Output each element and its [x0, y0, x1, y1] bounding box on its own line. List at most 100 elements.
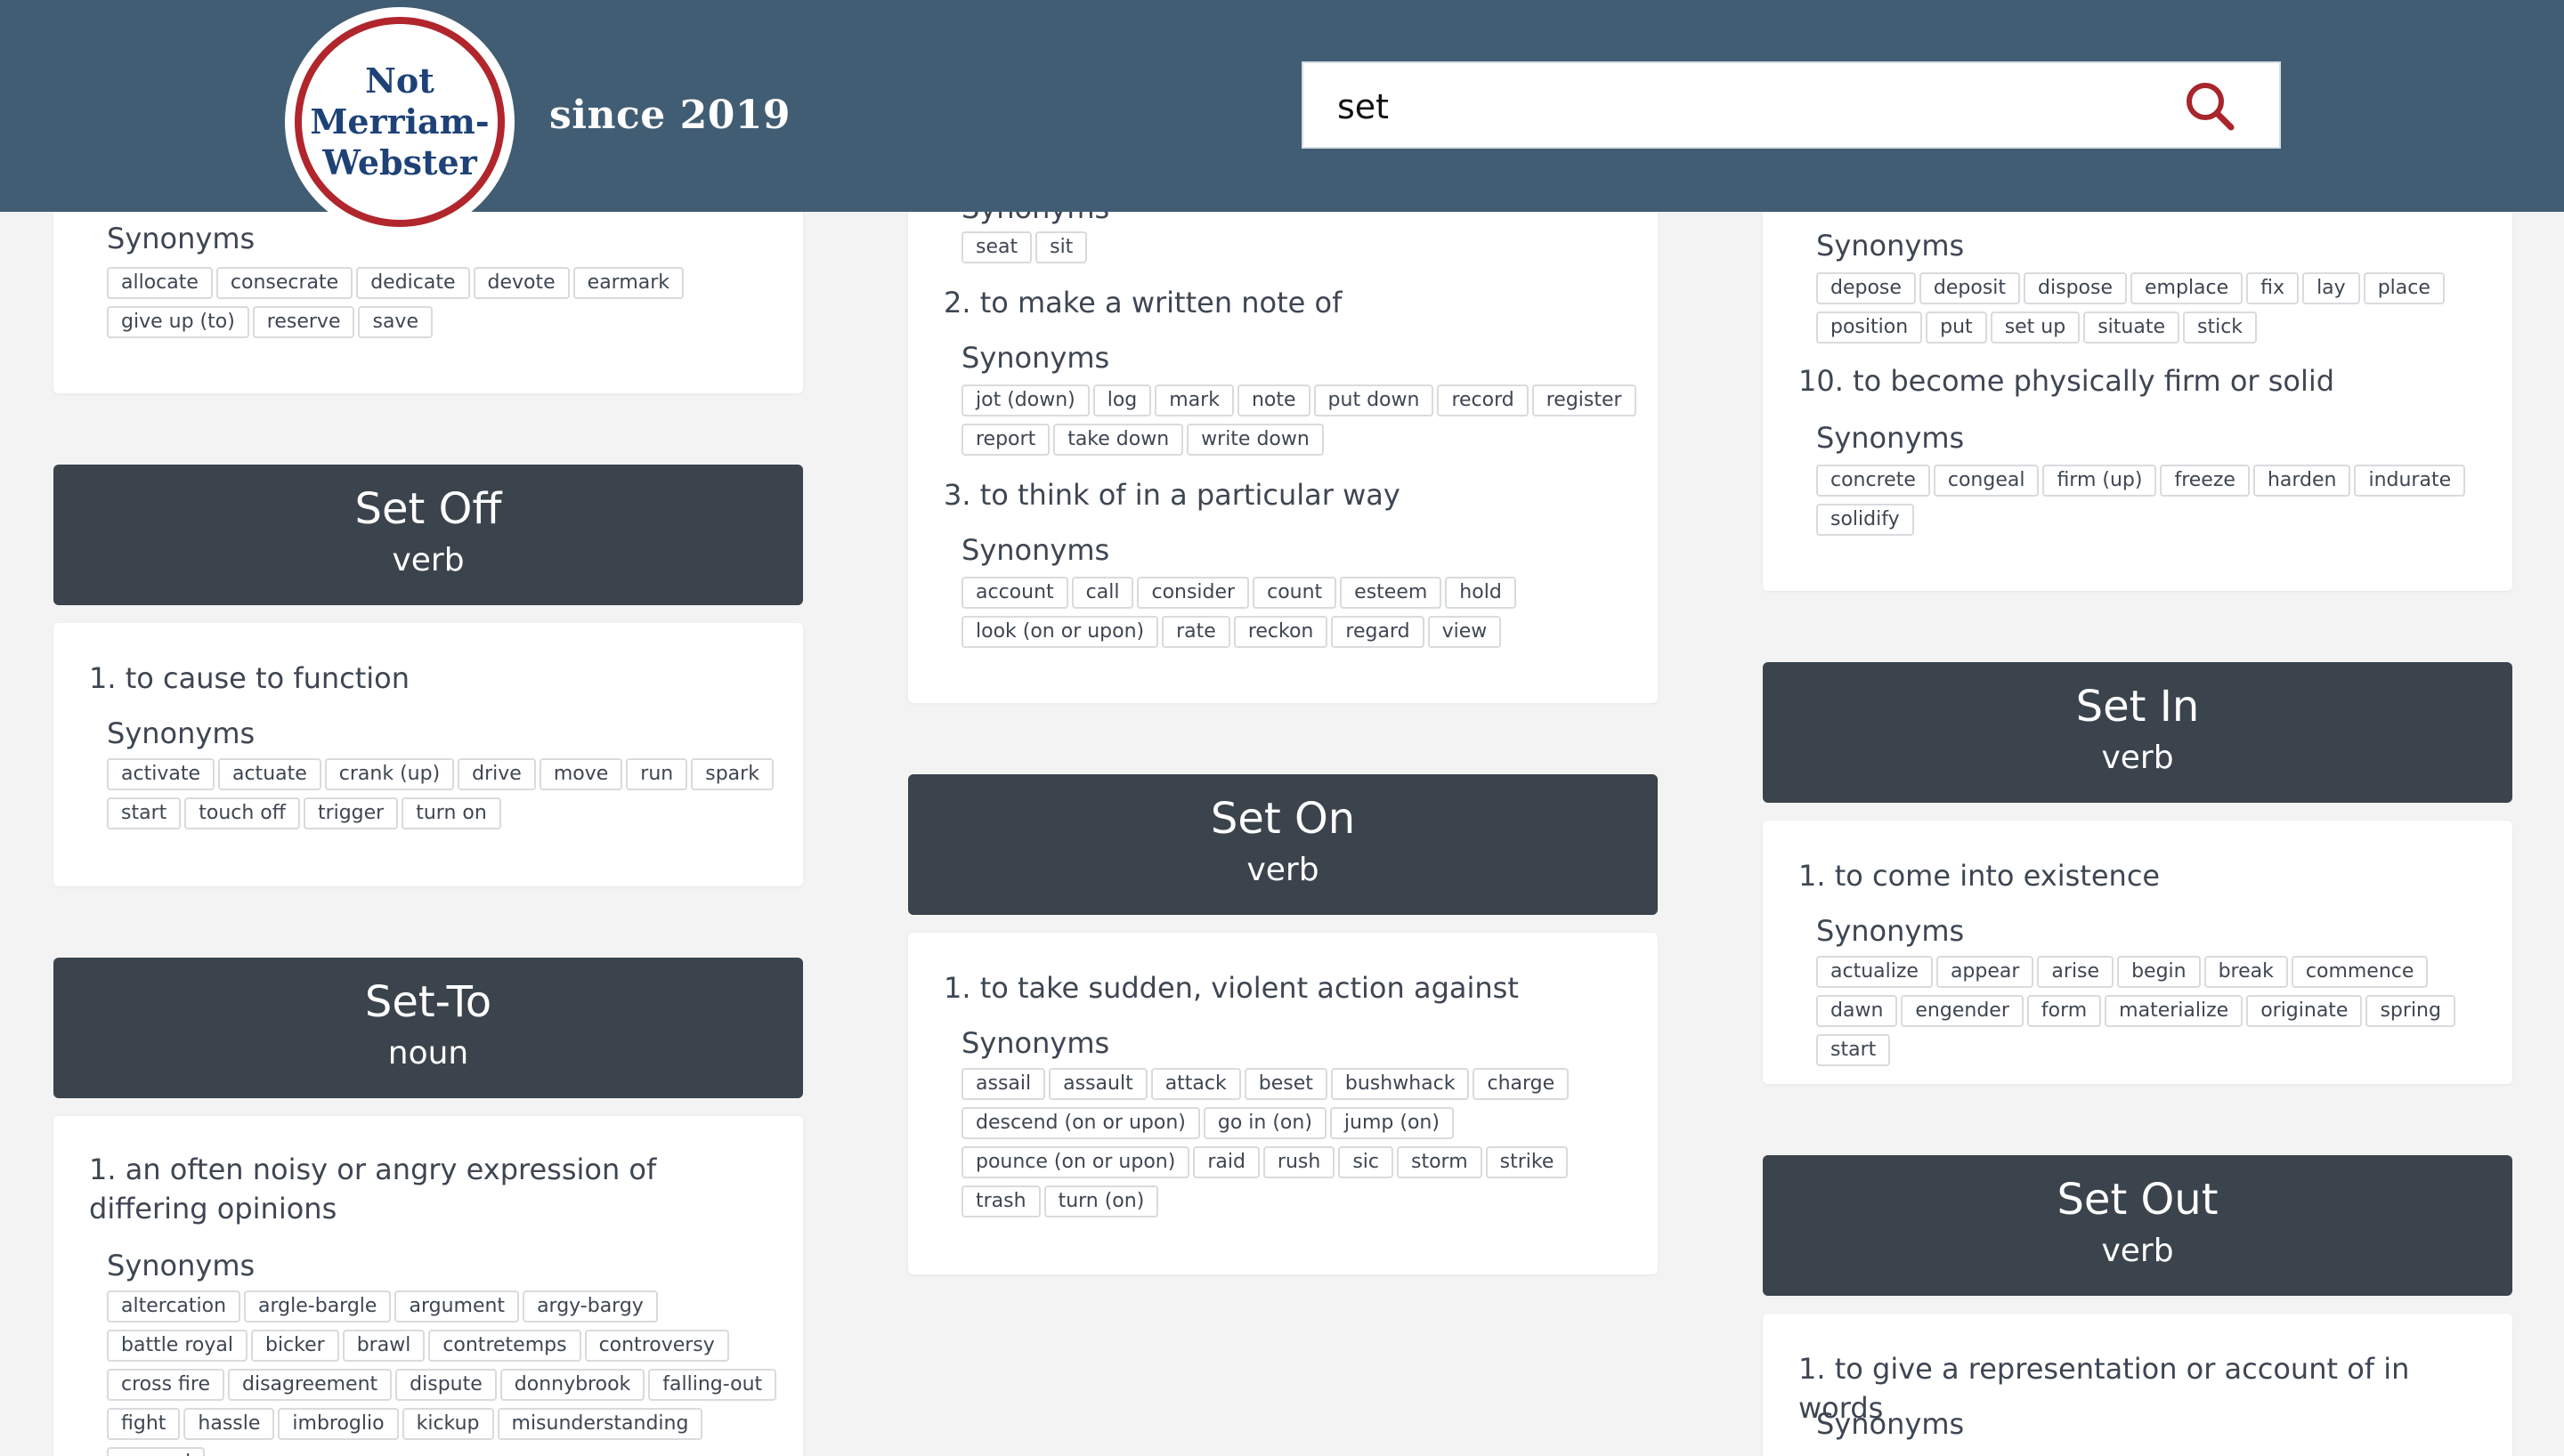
synonym-chip[interactable]: trash [961, 1185, 1041, 1217]
synonym-chip[interactable]: put down [1313, 384, 1434, 417]
synonym-chip[interactable]: view [1427, 616, 1502, 648]
synonym-chip[interactable]: situate [2083, 311, 2180, 344]
synonym-chip[interactable]: hold [1445, 577, 1516, 609]
synonym-chip[interactable]: spring [2365, 995, 2455, 1027]
synonym-chip[interactable]: pounce (on or upon) [961, 1146, 1190, 1178]
synonym-chip[interactable]: hassle [183, 1408, 275, 1440]
synonym-chip[interactable]: actuate [217, 758, 321, 790]
synonym-chip[interactable]: disagreement [228, 1369, 393, 1401]
synonym-chip[interactable]: misunderstanding [497, 1408, 703, 1440]
synonym-chip[interactable]: place [2363, 272, 2445, 304]
synonym-chip[interactable]: brawl [342, 1330, 426, 1362]
synonym-chip[interactable]: dispose [2024, 272, 2128, 304]
synonym-chip[interactable]: save [358, 306, 433, 338]
synonym-chip[interactable]: reckon [1233, 616, 1328, 648]
synonym-chip[interactable]: form [2026, 995, 2102, 1027]
synonym-chip[interactable]: beset [1244, 1068, 1327, 1100]
synonym-chip[interactable]: note [1237, 384, 1310, 417]
synonym-chip[interactable]: battle royal [107, 1330, 247, 1362]
synonym-chip[interactable]: originate [2246, 995, 2363, 1027]
synonym-chip[interactable]: regard [1331, 616, 1424, 648]
synonym-chip[interactable]: register [1531, 384, 1636, 417]
synonym-chip[interactable]: trigger [303, 797, 399, 829]
search-box[interactable] [1302, 61, 2281, 149]
synonym-chip[interactable]: donnybrook [499, 1369, 645, 1401]
synonym-chip[interactable]: crank (up) [324, 758, 455, 790]
synonym-chip[interactable]: contretemps [428, 1330, 581, 1362]
synonym-chip[interactable]: materialize [2105, 995, 2244, 1027]
synonym-chip[interactable]: drive [458, 758, 536, 790]
synonym-chip[interactable]: look (on or upon) [961, 616, 1159, 648]
search-input[interactable] [1337, 83, 2138, 131]
synonym-chip[interactable]: go in (on) [1203, 1107, 1327, 1139]
synonym-chip[interactable]: descend (on or upon) [961, 1107, 1200, 1139]
synonym-chip[interactable]: depose [1816, 272, 1916, 304]
synonym-chip[interactable]: jump (on) [1329, 1107, 1454, 1139]
synonym-chip[interactable]: lay [2302, 272, 2360, 304]
synonym-chip[interactable]: indurate [2354, 465, 2466, 497]
synonym-chip[interactable]: activate [107, 758, 215, 790]
synonym-chip[interactable]: position [1816, 311, 1923, 344]
synonym-chip[interactable]: log [1092, 384, 1152, 417]
synonym-chip[interactable]: break [2203, 956, 2288, 988]
synonym-chip[interactable]: freeze [2160, 465, 2250, 497]
synonym-chip[interactable]: imbroglio [278, 1408, 399, 1440]
synonym-chip[interactable]: give up (to) [107, 306, 249, 338]
synonym-chip[interactable]: take down [1053, 424, 1184, 456]
synonym-chip[interactable]: seat [961, 231, 1033, 263]
synonym-chip[interactable]: account [961, 577, 1068, 609]
synonym-chip[interactable]: actualize [1816, 956, 1933, 988]
synonym-chip[interactable]: emplace [2130, 272, 2244, 304]
synonym-chip[interactable]: deposit [1919, 272, 2021, 304]
synonym-chip[interactable]: controversy [584, 1330, 729, 1362]
synonym-chip[interactable]: storm [1397, 1146, 1482, 1178]
synonym-chip[interactable]: touch off [184, 797, 300, 829]
synonym-chip[interactable]: begin [2117, 956, 2201, 988]
synonym-chip[interactable]: concrete [1816, 465, 1930, 497]
synonym-chip[interactable]: devote [473, 267, 570, 299]
synonym-chip[interactable]: charge [1473, 1068, 1570, 1100]
synonym-chip[interactable]: kickup [402, 1408, 494, 1440]
synonym-chip[interactable]: move [539, 758, 623, 790]
synonym-chip[interactable]: record [1437, 384, 1529, 417]
synonym-chip[interactable]: engender [1901, 995, 2024, 1027]
synonym-chip[interactable]: fix [2246, 272, 2300, 304]
synonym-chip[interactable]: assail [961, 1068, 1046, 1100]
synonym-chip[interactable]: mark [1155, 384, 1234, 417]
synonym-chip[interactable]: set up [1990, 311, 2081, 344]
synonym-chip[interactable]: reserve [252, 306, 355, 338]
synonym-chip[interactable]: solidify [1816, 504, 1914, 536]
synonym-chip[interactable]: spark [691, 758, 774, 790]
synonym-chip[interactable]: stick [2183, 311, 2258, 344]
synonym-chip[interactable]: appear [1935, 956, 2034, 988]
synonym-chip[interactable]: write down [1187, 424, 1324, 456]
synonym-chip[interactable]: commence [2291, 956, 2429, 988]
synonym-chip[interactable]: bushwhack [1330, 1068, 1470, 1100]
synonym-chip[interactable]: report [961, 424, 1051, 456]
synonym-chip[interactable]: turn (on) [1043, 1185, 1159, 1217]
synonym-chip[interactable]: esteem [1340, 577, 1442, 609]
synonym-chip[interactable]: cross fire [107, 1369, 224, 1401]
synonym-chip[interactable]: rush [1262, 1146, 1335, 1178]
synonym-chip[interactable]: rate [1162, 616, 1230, 648]
synonym-chip[interactable]: falling-out [648, 1369, 777, 1401]
synonym-chip[interactable]: dispute [395, 1369, 497, 1401]
synonym-chip[interactable]: arise [2037, 956, 2114, 988]
synonym-chip[interactable]: consider [1137, 577, 1250, 609]
site-logo[interactable]: Not Merriam- Webster [285, 7, 515, 237]
synonym-chip[interactable]: congeal [1933, 465, 2040, 497]
synonym-chip[interactable]: attack [1150, 1068, 1241, 1100]
synonym-chip[interactable]: run [626, 758, 688, 790]
synonym-chip[interactable]: dawn [1816, 995, 1898, 1027]
synonym-chip[interactable]: bicker [250, 1330, 339, 1362]
synonym-chip[interactable]: argy-bargy [523, 1290, 658, 1323]
synonym-chip[interactable]: start [107, 797, 182, 829]
synonym-chip[interactable]: strike [1485, 1146, 1569, 1178]
synonym-chip[interactable]: argle-bargle [244, 1290, 392, 1323]
synonym-chip[interactable]: consecrate [215, 267, 353, 299]
synonym-chip[interactable]: sic [1338, 1146, 1393, 1178]
synonym-chip[interactable]: allocate [107, 267, 213, 299]
synonym-chip[interactable]: sit [1035, 231, 1088, 263]
synonym-chip[interactable]: assault [1049, 1068, 1148, 1100]
search-icon[interactable] [2183, 79, 2236, 133]
